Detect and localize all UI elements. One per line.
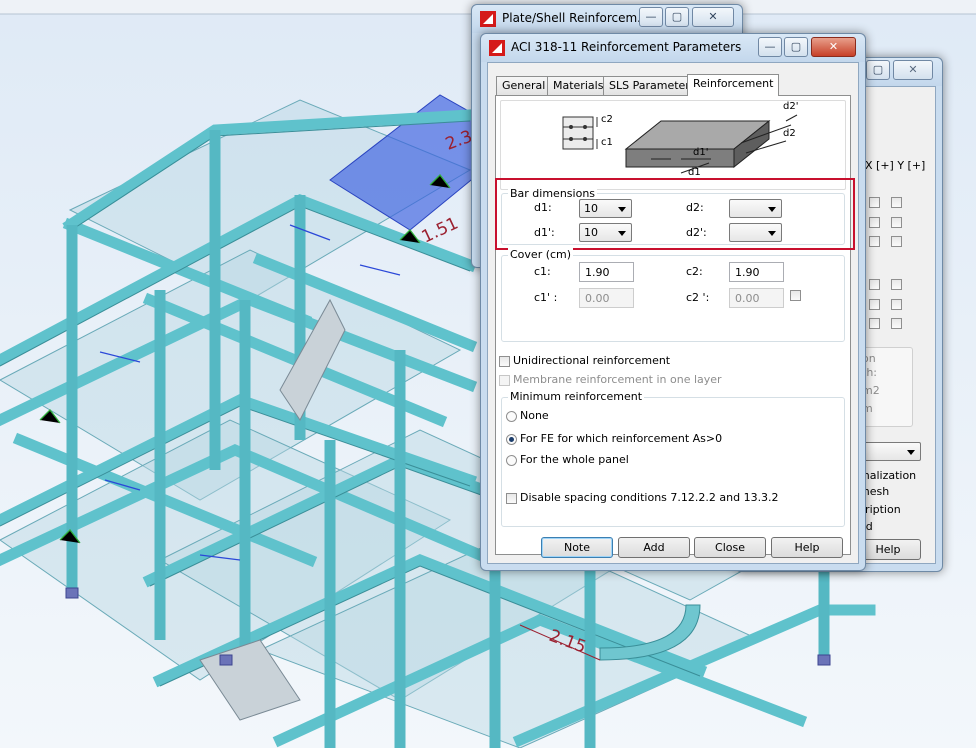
none-label: None [520,409,549,422]
whole-panel-label: For the whole panel [520,453,629,466]
diagram-label-d2-prime: d2' [783,101,799,112]
dialog-title: ACI 318-11 Reinforcement Parameters [511,40,742,54]
minimum-reinforcement-group: Minimum reinforcement None For FE for wh… [501,390,845,527]
diagram-label-d1-prime: d1' [693,147,709,158]
reinforcement-diagram: c2 c1 d2' d2 d1' d1 [500,100,846,190]
diagram-label-c1: c1 [601,137,613,148]
fe-reinforcement-radio[interactable] [506,434,517,445]
background-maximize-button[interactable]: ▢ [866,60,890,80]
disable-spacing-checkbox[interactable] [506,493,517,504]
c1-label: c1: [534,265,551,278]
d1-prime-select[interactable]: 10 [579,223,632,242]
background-checkbox[interactable] [869,318,880,329]
diagram-label-d2: d2 [783,128,796,139]
c2-prime-label: c2 ': [686,291,710,304]
d2-prime-label: d2': [686,226,707,239]
background-checkbox[interactable] [891,236,902,247]
minimum-reinforcement-title: Minimum reinforcement [508,390,645,403]
background-checkbox[interactable] [891,279,902,290]
background-checkbox[interactable] [869,299,880,310]
d1-prime-label: d1': [534,226,555,239]
option-label: malization [859,469,917,482]
app-logo-icon [480,11,496,27]
c2-input[interactable] [729,262,784,282]
background-checkbox[interactable] [891,299,902,310]
unidirectional-checkbox[interactable] [499,356,510,367]
aci-reinforcement-dialog: ACI 318-11 Reinforcement Parameters — ▢ … [480,33,866,571]
fe-reinforcement-label: For FE for which reinforcement As>0 [520,432,723,445]
plate-close-button[interactable]: ✕ [692,7,734,27]
tab-general[interactable]: General [496,76,552,95]
background-checkbox[interactable] [891,217,902,228]
dialog-client: General Materials SLS Parameters Reinfor… [487,62,859,564]
d2-prime-select[interactable] [729,223,782,242]
background-checkbox[interactable] [869,217,880,228]
background-close-button[interactable]: ✕ [893,60,933,80]
plate-minimize-button[interactable]: — [639,7,663,27]
c1-prime-input[interactable] [579,288,634,308]
app-logo-icon [489,40,505,56]
c1-prime-label: c1' : [534,291,558,304]
bar-dimensions-group: Bar dimensions d1: 10 d2: d1': 10 d2': [501,187,845,245]
c1-input[interactable] [579,262,634,282]
d2-label: d2: [686,201,704,214]
reinforcement-tab-panel: c2 c1 d2' d2 d1' d1 Bar dimensions d1: 1… [495,95,855,558]
cover-title: Cover (cm) [508,248,574,261]
unidirectional-label: Unidirectional reinforcement [513,354,671,367]
membrane-checkbox[interactable] [499,375,510,386]
add-button[interactable]: Add [618,537,690,558]
tab-reinforcement[interactable]: Reinforcement [687,74,780,96]
c2-prime-input[interactable] [729,288,784,308]
cover-group: Cover (cm) c1: c2: c1' : c2 ': [501,248,845,342]
background-checkbox[interactable] [891,318,902,329]
diagram-label-c2: c2 [601,114,613,125]
dialog-close-button[interactable]: ✕ [811,37,856,57]
whole-panel-radio[interactable] [506,455,517,466]
c2-label: c2: [686,265,703,278]
help-button[interactable]: Help [771,537,843,558]
disable-spacing-label: Disable spacing conditions 7.12.2.2 and … [520,491,779,504]
none-radio[interactable] [506,411,517,422]
d2-select[interactable] [729,199,782,218]
membrane-label: Membrane reinforcement in one layer [513,373,722,386]
plate-maximize-button[interactable]: ▢ [665,7,689,27]
diagram-label-d1: d1 [688,167,701,178]
d1-select[interactable]: 10 [579,199,632,218]
d1-label: d1: [534,201,552,214]
close-button[interactable]: Close [694,537,766,558]
dialog-maximize-button[interactable]: ▢ [784,37,808,57]
background-checkbox[interactable] [869,279,880,290]
note-button[interactable]: Note [541,537,613,558]
background-checkbox[interactable] [869,236,880,247]
tab-materials[interactable]: Materials [547,76,610,95]
dialog-minimize-button[interactable]: — [758,37,782,57]
background-checkbox[interactable] [869,197,880,208]
tab-strip: General Materials SLS Parameters Reinfor… [496,74,856,96]
background-checkbox[interactable] [891,197,902,208]
plate-shell-title: Plate/Shell Reinforcem... [502,11,649,25]
c2-prime-checkbox[interactable] [790,290,801,301]
axes-header: X [+] Y [+] [865,159,926,172]
